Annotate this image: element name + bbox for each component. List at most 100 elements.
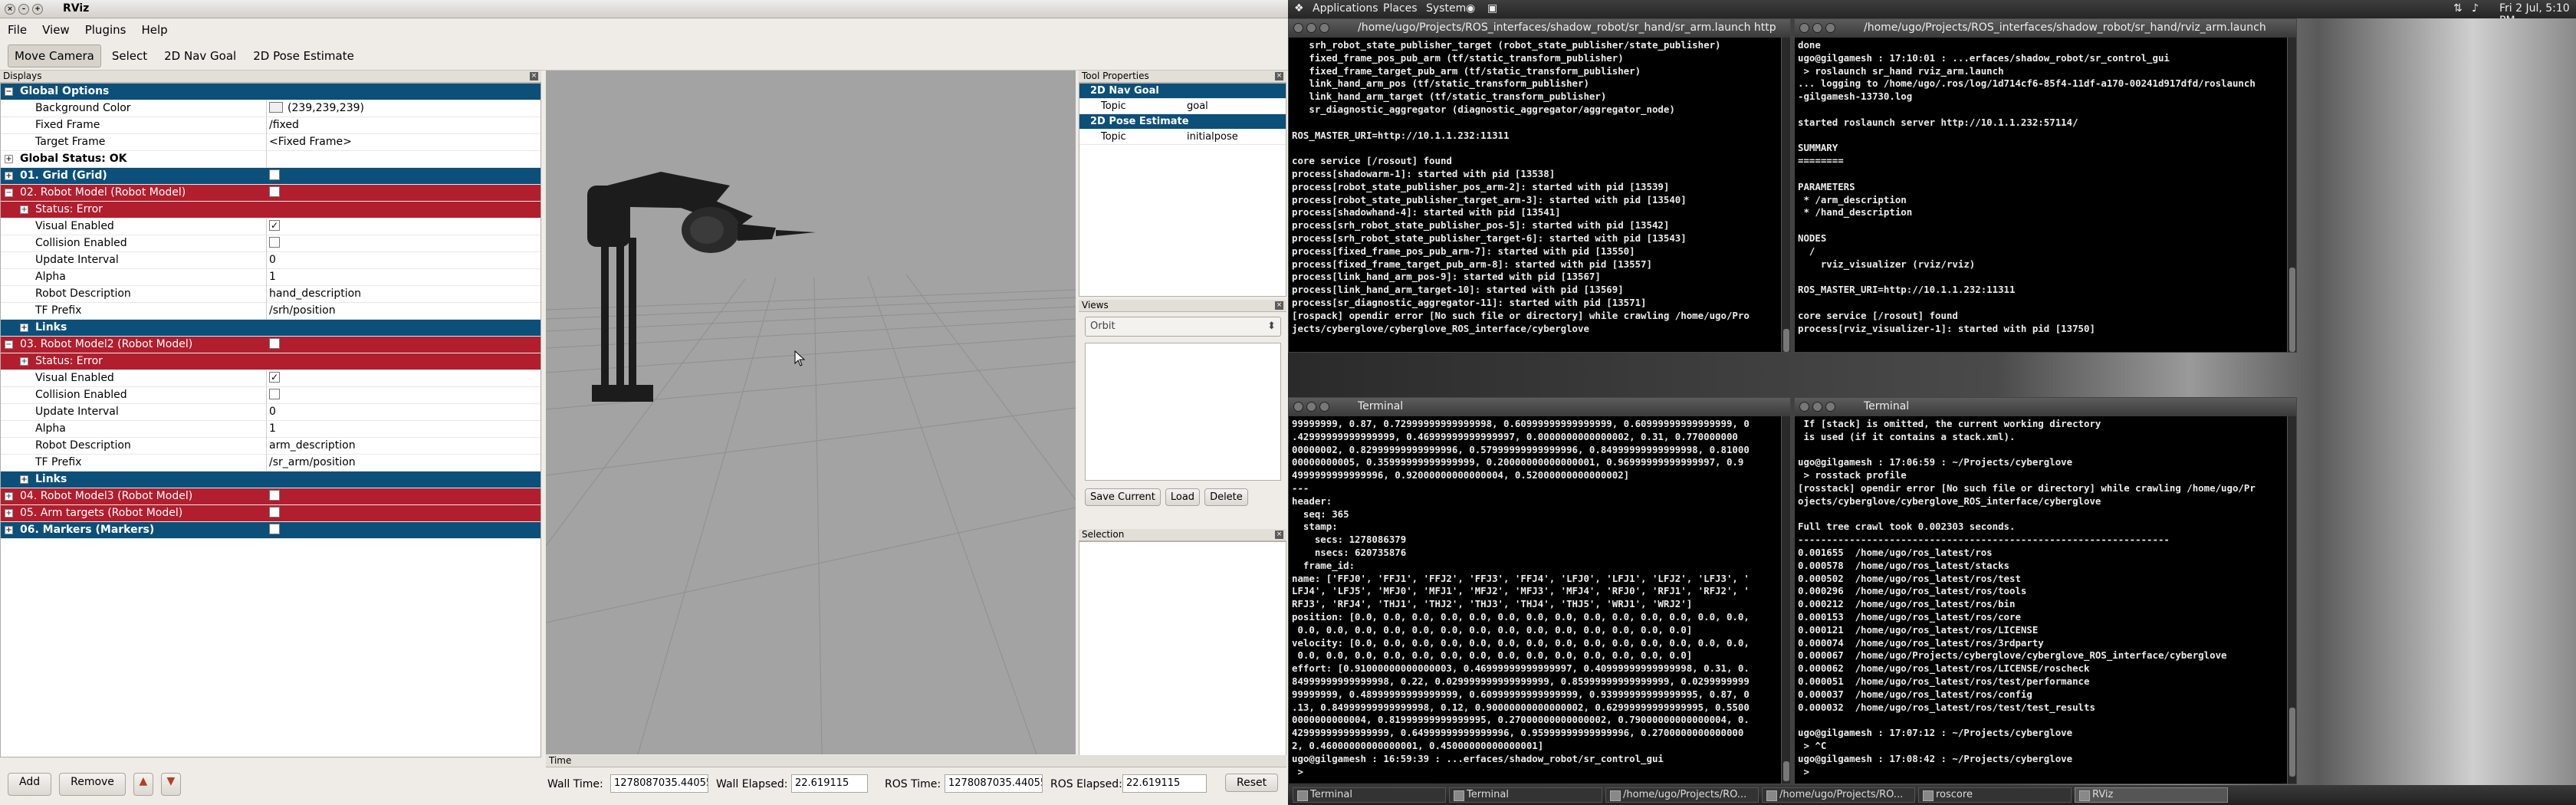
- network-icon[interactable]: ⇅: [2453, 2, 2463, 15]
- move-up-icon[interactable]: ▲: [133, 773, 153, 796]
- display-value[interactable]: [269, 235, 280, 251]
- display-row[interactable]: Target Frame <Fixed Frame>: [1, 134, 540, 151]
- color-swatch[interactable]: [269, 101, 283, 113]
- tool-2d-nav-goal[interactable]: 2D Nav Goal: [158, 45, 242, 67]
- terminal-titlebar[interactable]: /home/ugo/Projects/ROS_interfaces/shadow…: [1289, 19, 1790, 38]
- close-panel-icon[interactable]: ×: [530, 72, 538, 80]
- display-row[interactable]: + Links: [1, 320, 540, 337]
- display-value[interactable]: 0: [269, 252, 276, 268]
- taskbar-item-active[interactable]: RViz: [2075, 787, 2228, 803]
- window-buttons[interactable]: [1799, 23, 1835, 33]
- views-list[interactable]: [1085, 343, 1281, 481]
- terminal-window[interactable]: Terminal If [stack] is omitted, the curr…: [1794, 397, 2297, 784]
- display-row[interactable]: Alpha 1: [1, 269, 540, 286]
- display-value[interactable]: ✓: [269, 219, 280, 235]
- display-value[interactable]: (239,239,239): [269, 100, 364, 117]
- checkbox[interactable]: ✓: [269, 523, 280, 534]
- terminal-output[interactable]: If [stack] is omitted, the current worki…: [1798, 418, 2285, 780]
- scrollbar[interactable]: [2287, 38, 2296, 352]
- display-value[interactable]: ✓: [269, 488, 280, 504]
- close-panel-icon[interactable]: ×: [1275, 301, 1283, 310]
- tool-prop-value[interactable]: initialpose: [1187, 130, 1238, 144]
- terminal-titlebar[interactable]: Terminal: [1795, 398, 2296, 416]
- display-value[interactable]: 0: [269, 404, 276, 420]
- display-row[interactable]: +01. Grid (Grid) ✓: [1, 168, 540, 185]
- firefox-launcher-icon[interactable]: ◉: [1466, 2, 1475, 15]
- display-row[interactable]: +05. Arm targets (Robot Model) ✓: [1, 505, 540, 522]
- checkbox[interactable]: ✓: [269, 186, 280, 197]
- display-row[interactable]: +06. Markers (Markers) ✓: [1, 522, 540, 539]
- display-value[interactable]: /fixed: [269, 117, 299, 133]
- close-panel-icon[interactable]: ×: [1275, 72, 1283, 80]
- display-row[interactable]: Visual Enabled ✓: [1, 219, 540, 235]
- display-row[interactable]: TF Prefix/sr_arm/position: [1, 455, 540, 472]
- taskbar-item[interactable]: roscore: [1918, 787, 2072, 803]
- tool-prop-header[interactable]: 2D Nav Goal: [1079, 84, 1286, 99]
- wall-time-field[interactable]: 1278087035.44055: [610, 774, 708, 793]
- terminal-window[interactable]: /home/ugo/Projects/ROS_interfaces/shadow…: [1794, 18, 2297, 353]
- expand-icon[interactable]: +: [20, 205, 28, 214]
- checkbox[interactable]: ✓: [269, 489, 280, 501]
- wall-elapsed-field[interactable]: 22.619115: [791, 774, 868, 793]
- display-value[interactable]: [269, 387, 280, 403]
- display-row[interactable]: + Links: [1, 472, 540, 488]
- expand-icon[interactable]: +: [5, 526, 13, 534]
- display-value[interactable]: ✓: [269, 337, 280, 353]
- display-value[interactable]: ✓: [269, 370, 280, 386]
- remove-button[interactable]: Remove: [59, 773, 126, 796]
- ros-time-field[interactable]: 1278087035.44055: [945, 774, 1043, 793]
- terminal-output[interactable]: srh_robot_state_publisher_target (robot_…: [1292, 39, 1779, 349]
- display-row[interactable]: Visual Enabled ✓: [1, 370, 540, 387]
- menu-applications[interactable]: Applications: [1313, 2, 1378, 15]
- expand-icon[interactable]: +: [5, 172, 13, 180]
- view-type-select[interactable]: Orbit ⬍: [1085, 317, 1281, 337]
- reset-button[interactable]: Reset: [1225, 774, 1279, 792]
- checkbox[interactable]: [269, 236, 280, 248]
- display-value[interactable]: ✓: [269, 522, 280, 538]
- terminal-titlebar[interactable]: /home/ugo/Projects/ROS_interfaces/shadow…: [1795, 19, 2296, 38]
- menu-plugins[interactable]: Plugins: [85, 23, 127, 37]
- terminal-window[interactable]: /home/ugo/Projects/ROS_interfaces/shadow…: [1288, 18, 1791, 353]
- display-value[interactable]: <Fixed Frame>: [269, 134, 352, 150]
- checkbox[interactable]: ✓: [269, 506, 280, 518]
- scrollbar[interactable]: [2287, 416, 2296, 784]
- checkbox[interactable]: [269, 388, 280, 399]
- 3d-view[interactable]: [546, 71, 1076, 754]
- tool-prop-header[interactable]: 2D Pose Estimate: [1079, 114, 1286, 130]
- display-value[interactable]: ✓: [269, 185, 280, 201]
- display-value[interactable]: /srh/position: [269, 303, 336, 319]
- terminal-output[interactable]: 99999999, 0.87, 0.72999999999999998, 0.6…: [1292, 418, 1779, 780]
- scrollbar[interactable]: [1781, 416, 1790, 784]
- rviz-titlebar[interactable]: × – + RViz: [0, 0, 1288, 18]
- minimize-window-icon[interactable]: –: [18, 4, 29, 15]
- display-row[interactable]: −03. Robot Model2 (Robot Model) ✓: [1, 337, 540, 353]
- taskbar-item[interactable]: /home/ugo/Projects/RO...: [1605, 787, 1759, 803]
- maximize-window-icon[interactable]: +: [32, 4, 43, 15]
- display-value[interactable]: 1: [269, 269, 276, 285]
- ros-elapsed-field[interactable]: 22.619115: [1122, 774, 1207, 793]
- scrollbar[interactable]: [1781, 38, 1790, 352]
- display-row[interactable]: Robot Description hand_description: [1, 286, 540, 303]
- taskbar-item[interactable]: Terminal: [1293, 787, 1446, 803]
- taskbar-item[interactable]: /home/ugo/Projects/RO...: [1762, 787, 1915, 803]
- volume-icon[interactable]: ♪: [2472, 2, 2479, 15]
- expand-icon[interactable]: +: [5, 492, 13, 501]
- terminal-titlebar[interactable]: Terminal: [1289, 398, 1790, 416]
- display-row[interactable]: Update Interval 0: [1, 404, 540, 421]
- selection-tree[interactable]: [1079, 541, 1286, 756]
- display-value[interactable]: 1: [269, 421, 276, 437]
- display-row[interactable]: − Global Options: [1, 84, 540, 100]
- tool-prop-row[interactable]: Topic goal: [1079, 99, 1286, 114]
- window-buttons[interactable]: [1293, 402, 1329, 412]
- checkbox[interactable]: ✓: [269, 219, 280, 231]
- checkbox[interactable]: ✓: [269, 371, 280, 383]
- tool-move-camera[interactable]: Move Camera: [8, 44, 101, 67]
- collapse-icon[interactable]: −: [5, 189, 13, 197]
- checkbox[interactable]: ✓: [269, 169, 280, 180]
- display-row[interactable]: Collision Enabled: [1, 235, 540, 252]
- close-panel-icon[interactable]: ×: [1275, 531, 1283, 539]
- menu-places[interactable]: Places: [1383, 2, 1418, 15]
- display-row[interactable]: + Global Status: OK: [1, 151, 540, 168]
- menu-system[interactable]: System: [1426, 2, 1466, 15]
- display-row[interactable]: −02. Robot Model (Robot Model) ✓: [1, 185, 540, 202]
